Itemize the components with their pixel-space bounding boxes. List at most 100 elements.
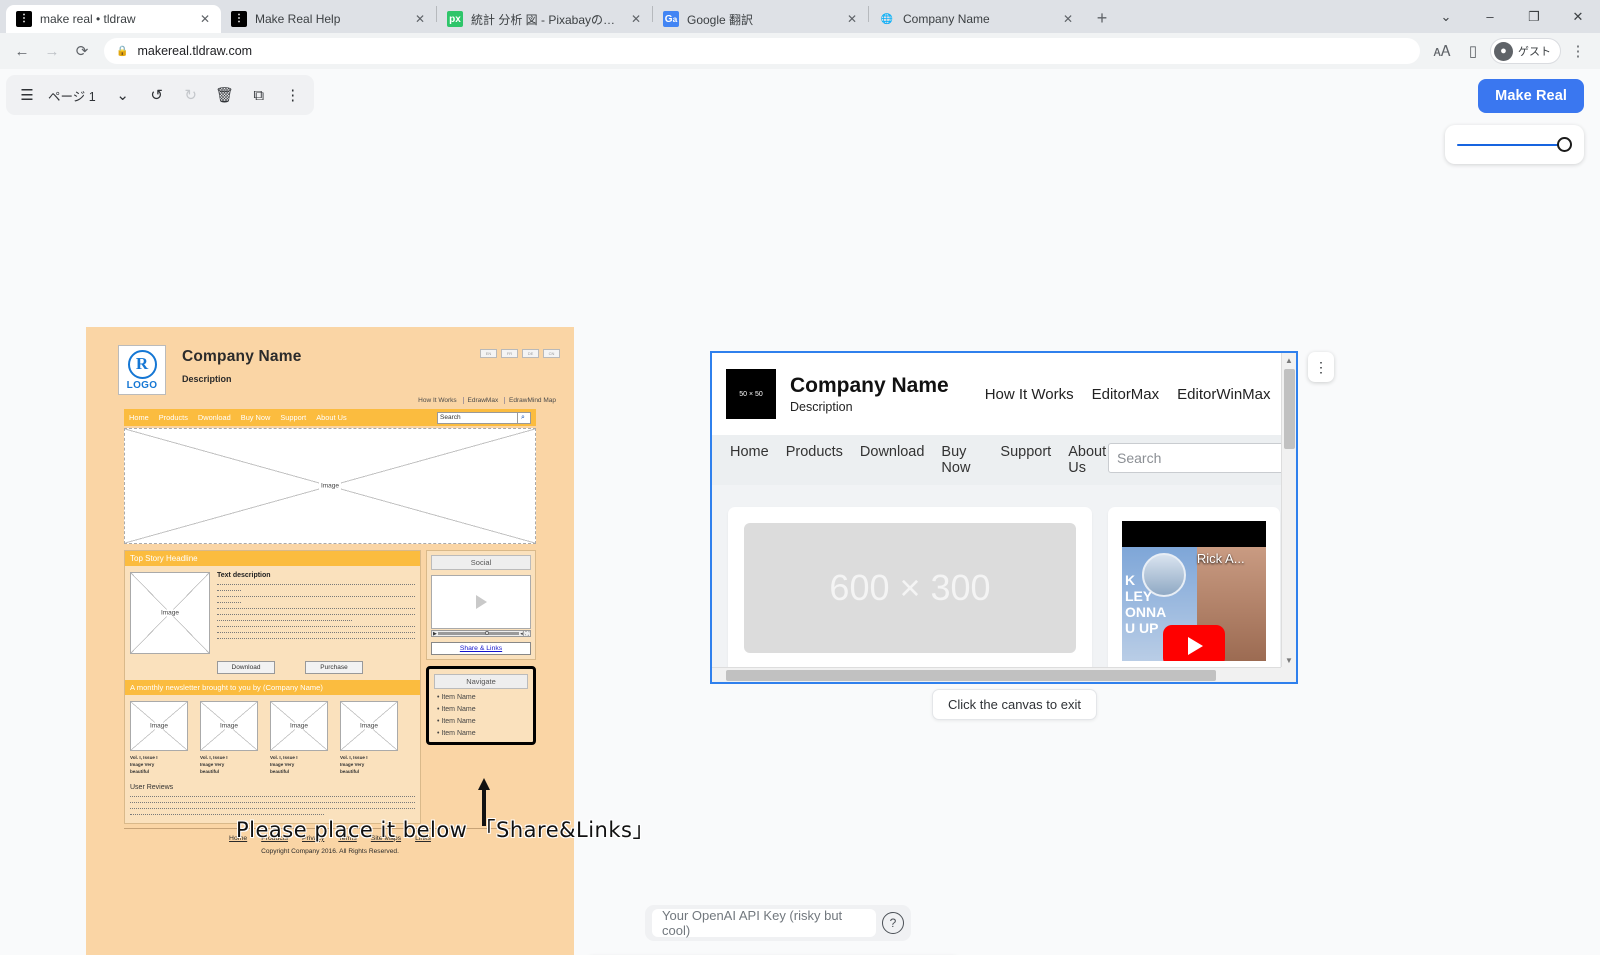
preview-nav-products[interactable]: Products (786, 444, 843, 460)
fullscreen-icon[interactable]: ⛶ (525, 631, 529, 637)
tldraw-icon: ⋮ (16, 11, 32, 27)
scrollbar-corner (1281, 667, 1296, 682)
wireframe-shape[interactable]: R LOGO Company Name Description EN FR DE… (86, 327, 574, 955)
play-small-icon[interactable]: ▶ (433, 631, 437, 637)
navigate-item[interactable]: • Item Name (434, 718, 528, 725)
delete-icon[interactable]: 🗑 (208, 78, 242, 112)
nav-item-home[interactable]: Home (129, 413, 149, 422)
top-link-edrawmind[interactable]: EdrawMind Map (504, 397, 560, 404)
browser-tab-3[interactable]: px 統計 分析 図 - Pixabayの無料ベク ✕ (437, 5, 652, 33)
slider-track[interactable] (1457, 143, 1564, 146)
main-menu-icon[interactable]: ☰ (10, 78, 44, 112)
close-icon[interactable]: ✕ (412, 11, 428, 27)
navigate-item[interactable]: • Item Name (434, 706, 528, 713)
close-window-button[interactable]: ✕ (1556, 0, 1600, 33)
newsletter-image-label: Image (287, 722, 311, 730)
tab-search-icon[interactable]: ⌄ (1424, 0, 1468, 33)
language-switcher[interactable]: EN FR DE CN (480, 345, 560, 358)
lang-button-en[interactable]: EN (480, 349, 497, 358)
google-translate-icon: Ga (663, 11, 679, 27)
scroll-thumb[interactable] (1283, 369, 1295, 449)
review-line (130, 795, 415, 797)
youtube-play-button[interactable] (1163, 625, 1225, 661)
browser-tab-1[interactable]: ⋮ make real • tldraw ✕ (6, 5, 221, 33)
lang-button-fr[interactable]: FR (501, 349, 518, 358)
scroll-thumb-horizontal[interactable] (726, 669, 1216, 681)
top-link-how-it-works[interactable]: How It Works (414, 397, 461, 404)
address-bar[interactable]: 🔒 makereal.tldraw.com (104, 38, 1420, 64)
close-icon[interactable]: ✕ (1060, 11, 1076, 27)
lang-button-de[interactable]: DE (522, 349, 539, 358)
preview-link-how-it-works[interactable]: How It Works (985, 386, 1074, 403)
text-line (217, 608, 415, 609)
browser-menu-icon[interactable]: ⋮ (1564, 37, 1592, 65)
video-controls[interactable]: ▶ ◂) ⛶ (431, 630, 531, 637)
api-key-input[interactable]: Your OpenAI API Key (risky but cool) (652, 908, 876, 938)
browser-tab-2[interactable]: ⋮ Make Real Help ✕ (221, 5, 436, 33)
slider-knob[interactable] (1557, 137, 1572, 152)
undo-icon[interactable]: ↺ (140, 78, 174, 112)
volume-icon[interactable]: ◂) (520, 631, 524, 637)
redo-icon[interactable]: ↻ (174, 78, 208, 112)
close-icon[interactable]: ✕ (628, 11, 644, 27)
duplicate-icon[interactable]: ⧉ (242, 78, 276, 112)
youtube-embed[interactable]: K LEY ONNA U UP Rick A... (1122, 521, 1266, 661)
preview-company-name: Company Name (790, 374, 949, 397)
scroll-up-icon[interactable]: ▲ (1285, 353, 1293, 367)
preview-nav-download[interactable]: Download (860, 444, 925, 460)
nav-item-download[interactable]: Dwonload (198, 413, 231, 422)
wireframe-search-input[interactable]: Search ⌕ (437, 411, 531, 424)
video-progress-knob[interactable] (485, 631, 490, 635)
nav-item-about-us[interactable]: About Us (316, 413, 346, 422)
preview-menu-button[interactable]: ⋮ (1308, 352, 1334, 382)
nav-item-products[interactable]: Products (159, 413, 188, 422)
video-placeholder[interactable] (431, 575, 531, 629)
preview-vertical-scrollbar[interactable]: ▲ ▼ (1281, 353, 1296, 667)
preview-horizontal-scrollbar[interactable] (712, 667, 1281, 682)
purchase-button[interactable]: Purchase (305, 661, 363, 674)
browser-tab-5[interactable]: 🌐 Company Name ✕ (869, 5, 1084, 33)
scroll-down-icon[interactable]: ▼ (1285, 653, 1293, 667)
side-panel-icon[interactable]: ▯ (1459, 37, 1487, 65)
preview-panel[interactable]: 50 × 50 Company Name Description How It … (710, 351, 1298, 684)
nav-item-buy-now[interactable]: Buy Now (241, 413, 271, 422)
video-progress[interactable] (437, 631, 520, 635)
preview-link-editorwinmax[interactable]: EditorWinMax (1177, 386, 1270, 403)
nav-item-support[interactable]: Support (280, 413, 306, 422)
exit-hint-label[interactable]: Click the canvas to exit (932, 689, 1097, 720)
forward-icon[interactable]: → (38, 37, 66, 65)
preview-nav-support[interactable]: Support (1000, 444, 1051, 460)
preview-nav-about-us[interactable]: About Us (1068, 444, 1110, 476)
tldraw-topbar: ☰ ページ 1 ⌄ ↺ ↻ 🗑 ⧉ ⋮ (6, 75, 314, 115)
preview-search-input[interactable]: Search (1108, 443, 1286, 473)
chevron-down-icon[interactable]: ⌄ (106, 78, 140, 112)
reload-icon[interactable]: ⟳ (68, 37, 96, 65)
navigate-item[interactable]: • Item Name (434, 730, 528, 737)
preview-nav-buy-now[interactable]: Buy Now (941, 444, 983, 476)
page-name-label[interactable]: ページ 1 (44, 86, 106, 105)
minimize-button[interactable]: – (1468, 0, 1512, 33)
style-slider-panel[interactable] (1445, 125, 1584, 164)
download-button[interactable]: Download (217, 661, 275, 674)
browser-tab-4[interactable]: Ga Google 翻訳 ✕ (653, 5, 868, 33)
search-icon[interactable]: ⌕ (517, 412, 528, 423)
help-icon[interactable]: ? (882, 912, 904, 934)
close-icon[interactable]: ✕ (197, 11, 213, 27)
tldraw-canvas[interactable]: ☰ ページ 1 ⌄ ↺ ↻ 🗑 ⧉ ⋮ Make Real R LOGO Com… (0, 69, 1600, 955)
new-tab-button[interactable]: + (1088, 4, 1116, 32)
share-and-links-link[interactable]: Share & Links (431, 642, 531, 655)
back-icon[interactable]: ← (8, 37, 36, 65)
make-real-button[interactable]: Make Real (1478, 79, 1584, 113)
maximize-button[interactable]: ❐ (1512, 0, 1556, 33)
top-link-edrawmax[interactable]: EdrawMax (462, 397, 503, 404)
lock-icon: 🔒 (116, 45, 129, 57)
preview-link-editormax[interactable]: EditorMax (1092, 386, 1160, 403)
more-actions-icon[interactable]: ⋮ (276, 78, 310, 112)
lang-button-cn[interactable]: CN (543, 349, 560, 358)
preview-nav-home[interactable]: Home (730, 444, 769, 460)
story-text-column: Text description (217, 572, 415, 654)
navigate-item[interactable]: • Item Name (434, 694, 528, 701)
profile-chip[interactable]: ● ゲスト (1490, 38, 1561, 64)
translate-icon[interactable]: 🗚 (1428, 37, 1456, 65)
close-icon[interactable]: ✕ (844, 11, 860, 27)
